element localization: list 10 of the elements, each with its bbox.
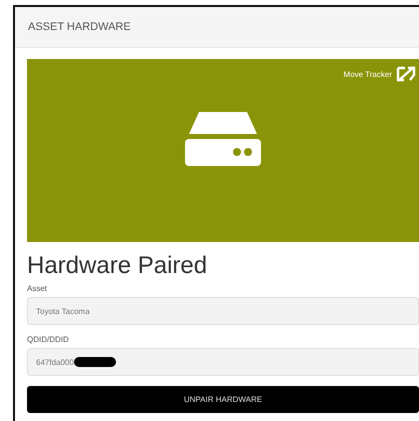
input-field[interactable]: Toyota Tacoma — [27, 297, 419, 325]
field-label: QDID/DDID — [27, 335, 70, 344]
move-tracker-link[interactable]: Move Tracker — [344, 70, 392, 78]
redaction-mark — [74, 357, 116, 367]
field-label: Asset — [27, 284, 48, 293]
hard-drive-icon — [185, 112, 261, 166]
panel-title: ASSET HARDWARE — [28, 21, 131, 33]
status-heading: Hardware Paired — [27, 252, 208, 280]
unpair-button[interactable]: UNPAIR HARDWARE — [27, 386, 419, 413]
input-field[interactable]: 647fda000 — [27, 348, 419, 376]
